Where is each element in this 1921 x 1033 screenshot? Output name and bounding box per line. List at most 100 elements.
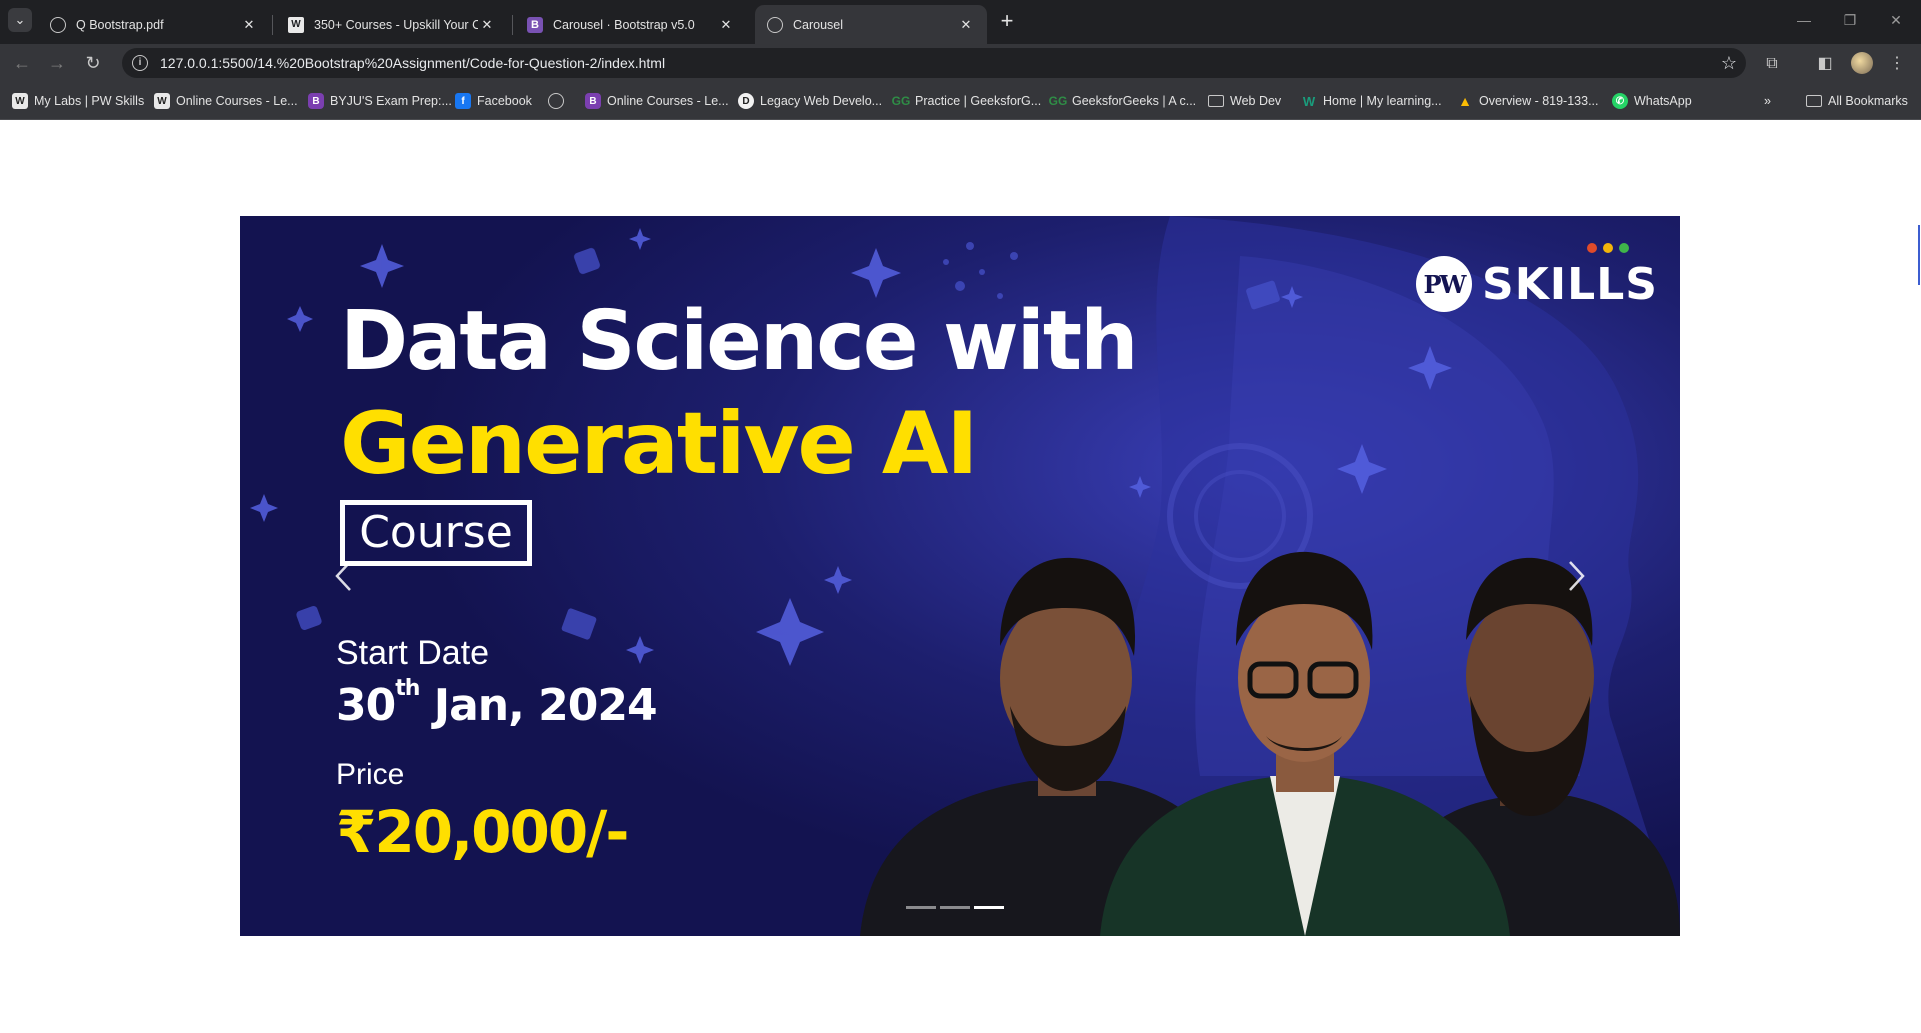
bookmarks-bar: W My Labs | PW Skills W Online Courses -…: [0, 82, 1921, 120]
site-info-icon[interactable]: i: [132, 55, 148, 71]
reload-button[interactable]: ↻: [80, 50, 106, 76]
bookmark-item[interactable]: GG GeeksforGeeks | A c...: [1048, 90, 1197, 112]
tab-0[interactable]: Q Bootstrap.pdf ✕: [38, 5, 270, 44]
address-url[interactable]: 127.0.0.1:5500/14.%20Bootstrap%20Assignm…: [160, 55, 1712, 71]
extensions-icon[interactable]: ⧉: [1761, 53, 1783, 75]
close-icon[interactable]: ✕: [478, 16, 496, 34]
bookmark-item[interactable]: D Legacy Web Develo...: [738, 90, 882, 112]
bookmark-label: Home | My learning...: [1323, 94, 1442, 108]
tab-title: Carousel · Bootstrap v5.0: [553, 17, 695, 32]
tab-title: 350+ Courses - Upskill Your Ca: [314, 17, 478, 32]
tab-search-button[interactable]: ⌄: [8, 8, 32, 32]
tab-title: Q Bootstrap.pdf: [76, 17, 164, 32]
bookmark-item[interactable]: ✆ WhatsApp: [1612, 90, 1692, 112]
logo-dots: [1587, 242, 1629, 253]
bookmarks-overflow[interactable]: »: [1764, 90, 1771, 112]
tab-3[interactable]: Carousel ✕: [755, 5, 987, 44]
new-tab-button[interactable]: +: [995, 10, 1019, 34]
close-icon[interactable]: ✕: [957, 16, 975, 34]
bookmark-label: BYJU'S Exam Prep:...: [330, 94, 452, 108]
bookmark-item[interactable]: GG Practice | GeeksforG...: [891, 90, 1042, 112]
bookmark-label: My Labs | PW Skills: [34, 94, 145, 108]
headline-line-2: Generative AI: [340, 394, 978, 494]
close-icon[interactable]: ✕: [240, 16, 258, 34]
carousel: PW SKILLS Data Science with Generative A…: [240, 216, 1680, 936]
page-viewport: PW SKILLS Data Science with Generative A…: [0, 120, 1921, 1033]
all-bookmarks-label: All Bookmarks: [1828, 94, 1908, 108]
carousel-next-button[interactable]: [1546, 546, 1606, 606]
tab-title: Carousel: [793, 17, 844, 32]
start-day: 30: [336, 680, 396, 731]
headline-line-1: Data Science with: [340, 294, 1138, 389]
close-icon[interactable]: ✕: [717, 16, 735, 34]
folder-icon: [1806, 95, 1822, 107]
bookmark-folder[interactable]: Web Dev: [1208, 90, 1281, 112]
geeksforgeeks-icon: GG: [891, 94, 911, 108]
bookmark-label: Online Courses - Le...: [176, 94, 298, 108]
start-month-year: Jan, 2024: [419, 680, 658, 731]
close-window-button[interactable]: ✕: [1873, 8, 1919, 32]
back-button[interactable]: ←: [9, 50, 35, 76]
bookmark-label: Online Courses - Le...: [607, 94, 729, 108]
wscube-icon: W: [1302, 93, 1316, 109]
bookmark-label: Overview - 819-133...: [1479, 94, 1599, 108]
price-value: ₹20,000/-: [336, 798, 629, 866]
brand-name: SKILLS: [1482, 242, 1658, 310]
bookmark-item[interactable]: W Home | My learning...: [1301, 90, 1442, 112]
pw-skills-icon: W: [288, 16, 304, 33]
globe-icon: [767, 16, 783, 33]
carousel-indicator[interactable]: [940, 906, 970, 909]
carousel-indicators: [906, 906, 1004, 909]
bookmark-label: Practice | GeeksforG...: [915, 94, 1042, 108]
tab-separator: [272, 15, 273, 35]
start-date-value: 30th Jan, 2024: [336, 676, 658, 731]
byjus-icon: B: [308, 93, 324, 109]
bookmark-star-icon[interactable]: ☆: [1712, 53, 1746, 74]
address-bar[interactable]: i 127.0.0.1:5500/14.%20Bootstrap%20Assig…: [122, 48, 1746, 78]
bookmark-item[interactable]: B Online Courses - Le...: [585, 90, 729, 112]
geeksforgeeks-icon: GG: [1048, 94, 1068, 108]
pw-skills-icon: W: [12, 93, 28, 109]
bookmark-item[interactable]: W My Labs | PW Skills: [12, 90, 144, 112]
tab-strip: ⌄ Q Bootstrap.pdf ✕ W 350+ Courses - Ups…: [0, 0, 1921, 44]
chevron-left-icon: [335, 561, 351, 591]
bookmark-label: Web Dev: [1230, 94, 1282, 108]
bookmark-label: Legacy Web Develo...: [760, 94, 883, 108]
bookmark-item[interactable]: ▲ Overview - 819-133...: [1457, 90, 1599, 112]
all-bookmarks[interactable]: All Bookmarks: [1806, 90, 1908, 112]
folder-icon: [1208, 95, 1224, 107]
carousel-indicator[interactable]: [974, 906, 1004, 909]
google-ads-icon: ▲: [1458, 93, 1472, 109]
chevron-right-icon: [1569, 561, 1585, 591]
carousel-prev-button[interactable]: [314, 546, 374, 606]
scrollbar-edge[interactable]: [1918, 225, 1920, 285]
start-date-label: Start Date: [336, 634, 490, 672]
tab-1[interactable]: W 350+ Courses - Upskill Your Ca ✕: [276, 5, 508, 44]
pw-skills-icon: W: [154, 93, 170, 109]
bookmark-item[interactable]: B BYJU'S Exam Prep:...: [308, 90, 452, 112]
tab-2[interactable]: B Carousel · Bootstrap v5.0 ✕: [515, 5, 747, 44]
facebook-icon: f: [455, 93, 471, 109]
brand-text: SKILLS: [1482, 258, 1658, 310]
tab-separator: [512, 15, 513, 35]
bookmark-item[interactable]: W Online Courses - Le...: [154, 90, 298, 112]
chevron-double-right-icon: »: [1764, 94, 1771, 108]
price-label: Price: [336, 758, 405, 791]
bookmark-label: GeeksforGeeks | A c...: [1072, 94, 1197, 108]
minimize-button[interactable]: —: [1781, 8, 1827, 32]
globe-icon: [548, 93, 564, 109]
bookmark-item[interactable]: [548, 90, 570, 112]
whatsapp-icon: ✆: [1612, 93, 1628, 109]
carousel-indicator[interactable]: [906, 906, 936, 909]
bookmark-label: WhatsApp: [1634, 94, 1692, 108]
profile-avatar[interactable]: [1851, 52, 1873, 74]
start-day-suffix: th: [395, 676, 420, 701]
forward-button[interactable]: →: [44, 50, 70, 76]
pw-logo-mark: PW: [1416, 256, 1472, 312]
byjus-icon: B: [585, 93, 601, 109]
bookmark-item[interactable]: f Facebook: [455, 90, 532, 112]
restore-button[interactable]: ❐: [1827, 8, 1873, 32]
side-panel-icon[interactable]: ◧: [1814, 53, 1836, 75]
menu-icon[interactable]: ⋮: [1886, 53, 1908, 75]
freecodecamp-icon: D: [738, 93, 754, 109]
